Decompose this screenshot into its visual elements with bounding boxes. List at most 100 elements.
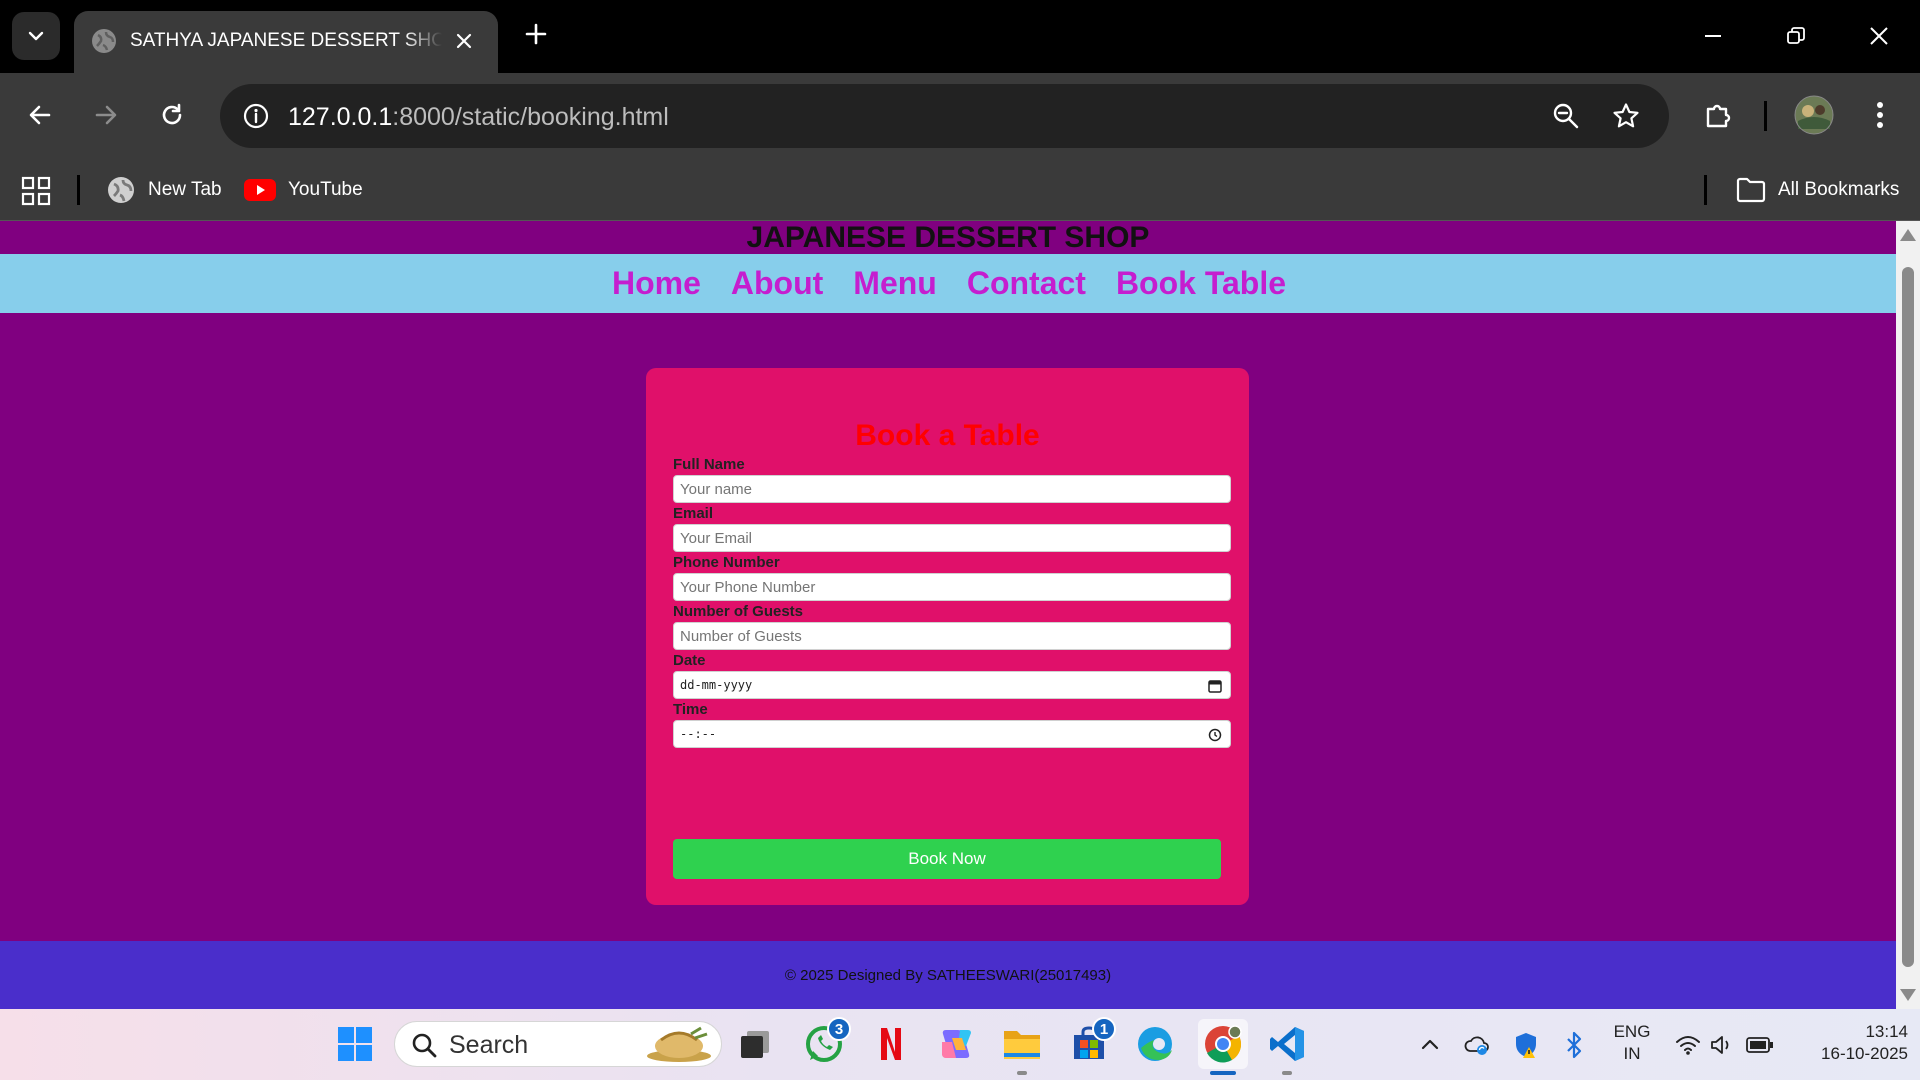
phone-label: Phone Number: [673, 554, 780, 571]
scroll-thumb[interactable]: [1902, 267, 1914, 967]
nav-link-about[interactable]: About: [729, 265, 823, 302]
booking-heading: Book a Table: [855, 419, 1040, 452]
wifi-tray[interactable]: [1674, 1031, 1702, 1059]
bookmarks-divider: [77, 175, 80, 205]
full-name-label: Full Name: [673, 456, 745, 473]
booking-form: Book a Table Full Name Your name Email Y…: [646, 368, 1249, 905]
more-vertical-icon: [1877, 102, 1883, 128]
input-language[interactable]: ENG IN: [1607, 1021, 1657, 1065]
toolbar-divider: [1764, 101, 1767, 131]
taskbar-edge[interactable]: [1132, 1021, 1178, 1067]
taskbar-copilot[interactable]: [933, 1021, 979, 1067]
date-label: Date: [673, 652, 706, 669]
guests-input[interactable]: Number of Guests: [673, 622, 1231, 650]
chevron-up-icon: [1421, 1039, 1439, 1050]
taskbar-file-explorer[interactable]: [999, 1021, 1045, 1075]
forward-button[interactable]: [84, 93, 128, 137]
bluetooth-icon: [1567, 1031, 1582, 1059]
url-text: 127.0.0.1:8000/static/booking.html: [288, 102, 669, 132]
close-tab-icon[interactable]: [450, 27, 478, 55]
address-bar[interactable]: 127.0.0.1:8000/static/booking.html: [220, 84, 1669, 148]
active-tab[interactable]: SATHYA JAPANESE DESSERT SHOP - Booking: [74, 11, 498, 73]
full-name-input[interactable]: Your name: [673, 475, 1231, 503]
running-indicator: [1282, 1071, 1292, 1075]
calendar-icon[interactable]: [1208, 679, 1222, 693]
site-info-icon[interactable]: [236, 96, 276, 136]
vscode-icon: [1270, 1027, 1304, 1061]
show-hidden-icons-button[interactable]: [1416, 1031, 1444, 1059]
reload-button[interactable]: [150, 93, 194, 137]
bookmark-new-tab[interactable]: New Tab: [106, 173, 222, 207]
netflix-icon: [881, 1028, 901, 1060]
shield-warning-icon: [1516, 1033, 1536, 1058]
time-label: Time: [673, 701, 708, 718]
battery-tray[interactable]: [1746, 1031, 1774, 1059]
scroll-up-arrow-icon[interactable]: [1900, 229, 1916, 241]
volume-icon: [1711, 1036, 1729, 1054]
whatsapp-badge: 3: [827, 1017, 851, 1041]
task-view-icon: [741, 1031, 769, 1058]
onedrive-tray[interactable]: [1463, 1031, 1491, 1059]
taskbar-search[interactable]: Search: [394, 1021, 722, 1067]
apps-grid-icon[interactable]: [20, 175, 52, 207]
browser-menu-button[interactable]: [1858, 93, 1902, 137]
start-button[interactable]: [332, 1021, 378, 1067]
volume-tray[interactable]: [1708, 1031, 1736, 1059]
reload-icon: [162, 103, 182, 125]
email-input[interactable]: Your Email: [673, 524, 1231, 552]
bookmark-star-icon[interactable]: [1606, 96, 1646, 136]
url-path: :8000/static/booking.html: [392, 103, 669, 131]
all-bookmarks-button[interactable]: All Bookmarks: [1736, 173, 1899, 207]
back-button[interactable]: [18, 93, 62, 137]
system-clock[interactable]: 13:14 16-10-2025: [1790, 1021, 1908, 1065]
date-input[interactable]: dd-mm-yyyy: [673, 671, 1231, 699]
footer-text: © 2025 Designed By SATHEESWARI(25017493): [784, 966, 1112, 984]
nav-link-contact[interactable]: Contact: [965, 265, 1086, 302]
nav-link-book-table[interactable]: Book Table: [1114, 265, 1286, 302]
running-indicator: [1017, 1071, 1027, 1075]
tab-search-button[interactable]: [12, 12, 60, 60]
site-title: JAPANESE DESSERT SHOP: [746, 221, 1150, 254]
book-now-button[interactable]: Book Now: [673, 839, 1221, 879]
extensions-button[interactable]: [1696, 93, 1740, 137]
taskbar-chrome[interactable]: [1198, 1019, 1248, 1075]
nav-link-home[interactable]: Home: [610, 265, 701, 302]
security-tray[interactable]: [1512, 1031, 1540, 1059]
profile-avatar[interactable]: [1792, 93, 1836, 137]
url-host: 127.0.0.1: [288, 103, 393, 131]
phone-placeholder: Your Phone Number: [680, 578, 816, 596]
region-code: IN: [1623, 1044, 1641, 1063]
page-scrollbar[interactable]: [1896, 221, 1920, 1009]
new-tab-button[interactable]: [518, 16, 554, 52]
wifi-icon: [1676, 1036, 1700, 1055]
email-label: Email: [673, 505, 714, 522]
full-name-placeholder: Your name: [680, 480, 752, 498]
minimize-button[interactable]: [1693, 18, 1733, 54]
time-input[interactable]: --:--: [673, 720, 1231, 748]
battery-icon: [1746, 1037, 1773, 1053]
taskbar-netflix[interactable]: [868, 1021, 914, 1067]
phone-input[interactable]: Your Phone Number: [673, 573, 1231, 601]
bluetooth-tray[interactable]: [1560, 1031, 1588, 1059]
globe-icon: [92, 29, 116, 53]
tab-title: SATHYA JAPANESE DESSERT SHOP - Booking: [130, 30, 442, 51]
puzzle-icon: [1706, 104, 1731, 128]
zoom-icon[interactable]: [1546, 96, 1586, 136]
bookmarks-divider-right: [1704, 175, 1707, 205]
bookmark-youtube[interactable]: YouTube: [244, 173, 363, 207]
taskbar-whatsapp[interactable]: 3: [801, 1017, 851, 1067]
search-highlight-icon: [647, 1026, 711, 1062]
avatar-icon: [1794, 95, 1834, 135]
date-placeholder: dd-mm-yyyy: [680, 678, 753, 692]
browser-tabstrip: SATHYA JAPANESE DESSERT SHOP - Booking: [0, 0, 1920, 73]
taskbar-task-view[interactable]: [732, 1021, 778, 1067]
clock-icon[interactable]: [1208, 728, 1222, 742]
restore-button[interactable]: [1776, 18, 1816, 54]
scroll-down-arrow-icon[interactable]: [1900, 989, 1916, 1001]
clock-time: 13:14: [1865, 1022, 1908, 1041]
nav-link-menu[interactable]: Menu: [851, 265, 937, 302]
bookmark-label: New Tab: [148, 179, 222, 200]
close-window-button[interactable]: [1859, 18, 1899, 54]
taskbar-store[interactable]: 1: [1066, 1017, 1116, 1067]
taskbar-vscode[interactable]: [1264, 1021, 1310, 1075]
